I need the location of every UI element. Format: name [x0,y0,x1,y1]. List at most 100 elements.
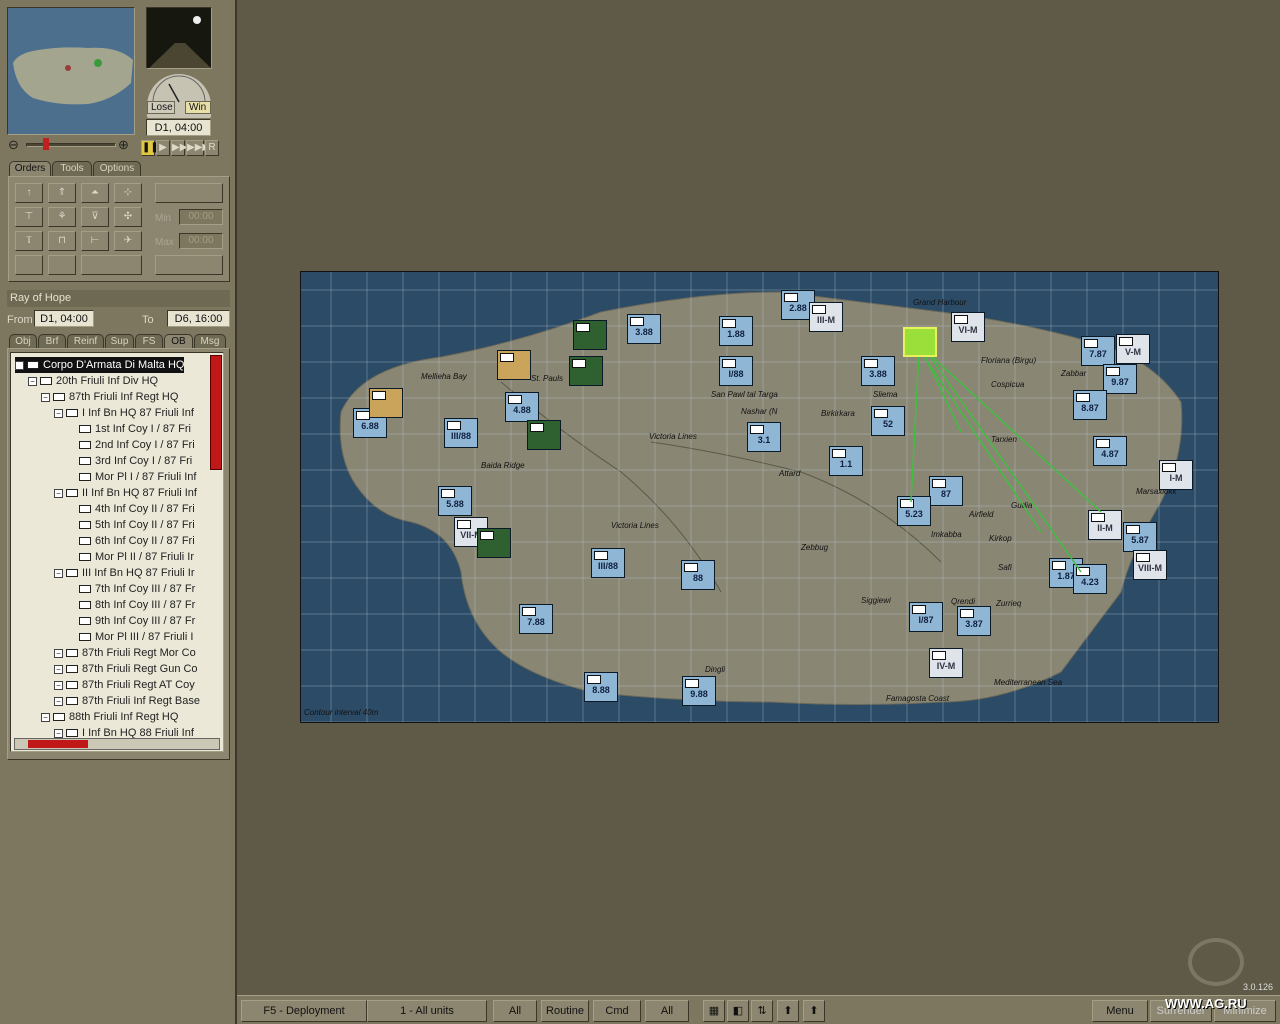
ob-tree-item[interactable]: 2nd Inf Coy I / 87 Fri [67,437,195,453]
map-unit[interactable]: 9.87 [1103,364,1137,394]
ob-tree-item[interactable]: − 87th Friuli Regt AT Coy [54,677,195,693]
map-unit[interactable]: 1.88 [719,316,753,346]
ob-scrollbar-thumb[interactable] [210,355,222,470]
map-unit[interactable] [573,320,607,350]
map-unit[interactable] [527,420,561,450]
tab-options[interactable]: Options [93,161,141,176]
ob-tree-item[interactable]: − 87th Friuli Regt Gun Co [54,661,198,677]
pause-button[interactable]: ❚❚ [141,140,159,156]
map-unit[interactable]: III-M [809,302,843,332]
map-unit[interactable]: 88 [681,560,715,590]
ob-tree-item[interactable]: 6th Inf Coy II / 87 Fri [67,533,195,549]
order-slot-2[interactable] [48,255,76,275]
tab-brf[interactable]: Brf [38,334,66,349]
ob-tree-item[interactable]: 5th Inf Coy II / 87 Fri [67,517,195,533]
map-unit[interactable]: 1.1 [829,446,863,476]
map-unit[interactable]: V-M [1116,334,1150,364]
order-slot-3[interactable] [81,255,142,275]
rest-order-icon[interactable]: ⚘ [48,207,76,227]
game-map[interactable]: Mellieha Bay St. Pauls Baida Ridge Victo… [300,271,1219,723]
map-unit[interactable]: VI-M [951,312,985,342]
defend-order-icon[interactable]: ⊤ [15,207,43,227]
expand-icon[interactable]: − [54,728,63,738]
ob-tree-item[interactable]: Mor Pl II / 87 Friuli Ir [67,549,194,565]
replay-button[interactable]: R [205,140,219,156]
cmd-button[interactable]: Cmd [593,1000,641,1022]
expand-icon[interactable]: − [54,680,63,690]
ob-tree-item[interactable]: − 87th Friuli Regt Mor Co [54,645,196,661]
arrows-toggle-icon[interactable]: ⇅ [751,1000,773,1022]
unit-view-icon[interactable]: ⬆ [777,1000,799,1022]
map-unit[interactable]: I/88 [719,356,753,386]
order-slot-1[interactable] [15,255,43,275]
map-unit[interactable]: I-M [1159,460,1193,490]
all-button[interactable]: All [493,1000,537,1022]
ob-tree-item[interactable]: − Corpo D'Armata Di Malta HQ [15,357,185,373]
tab-reinf[interactable]: Reinf [67,334,104,349]
expand-icon[interactable]: − [54,648,63,658]
withdraw-order-icon[interactable]: ⊓ [48,231,76,251]
map-unit[interactable]: 3.88 [861,356,895,386]
expand-icon[interactable]: − [41,392,50,402]
map-unit[interactable]: 7.87 [1081,336,1115,366]
minimap[interactable] [7,7,135,135]
assault-order-icon[interactable]: ⇑ [48,183,76,203]
ob-tree-item[interactable]: Mor Pl I / 87 Friuli Inf [67,469,196,485]
tab-fs[interactable]: FS [135,334,163,349]
map-unit[interactable]: 5.87 [1123,522,1157,552]
map-unit[interactable]: VIII-M [1133,550,1167,580]
tab-sup[interactable]: Sup [105,334,134,349]
map-unit[interactable]: I/87 [909,602,943,632]
expand-icon[interactable]: − [54,488,63,498]
ob-tree-item[interactable]: 3rd Inf Coy I / 87 Fri [67,453,192,469]
ob-tree-item[interactable]: Mor Pl III / 87 Friuli I [67,629,193,645]
all-button-2[interactable]: All [645,1000,689,1022]
ob-tree-item[interactable]: − 20th Friuli Inf Div HQ [28,373,158,389]
bombard-order-icon[interactable]: ⊹ [114,183,142,203]
grid-toggle-icon[interactable]: ▦ [703,1000,725,1022]
map-unit[interactable]: III/88 [591,548,625,578]
menu-button[interactable]: Menu [1092,1000,1148,1022]
ob-tree-item[interactable]: − I Inf Bn HQ 87 Friuli Inf [54,405,194,421]
routine-button[interactable]: Routine [541,1000,589,1022]
zoom-in-icon[interactable]: ⊕ [118,137,129,153]
map-unit[interactable]: 4.88 [505,392,539,422]
map-unit[interactable] [497,350,531,380]
map-unit[interactable]: 8.88 [584,672,618,702]
map-unit[interactable]: 3.87 [957,606,991,636]
tab-tools[interactable]: Tools [52,161,92,176]
map-unit[interactable] [477,528,511,558]
map-unit[interactable]: 3.1 [747,422,781,452]
fastest-button[interactable]: ▶▶▶ [186,140,210,156]
ob-tree[interactable]: − Corpo D'Armata Di Malta HQ −20th Friuli … [10,352,224,752]
delay-order-icon[interactable]: ⊽ [81,207,109,227]
ob-hscrollbar-thumb[interactable] [28,740,88,748]
max-field[interactable]: 00:00 [179,233,223,249]
tab-orders[interactable]: Orders [9,161,51,176]
move-order-icon[interactable]: ↑ [15,183,43,203]
ob-tree-item[interactable]: 9th Inf Coy III / 87 Fr [67,613,195,629]
tab-msg[interactable]: Msg [194,334,226,349]
hold-order-icon[interactable]: Ⲧ [15,231,43,251]
map-unit[interactable]: 4.23 [1073,564,1107,594]
fast-button[interactable]: ▶▶ [171,140,187,156]
map-unit[interactable]: II-M [1088,510,1122,540]
ob-tree-item[interactable]: 4th Inf Coy II / 87 Fri [67,501,195,517]
order-slot-5[interactable] [155,255,223,275]
ob-tree-item[interactable]: 8th Inf Coy III / 87 Fr [67,597,195,613]
zoom-out-icon[interactable]: ⊖ [8,137,19,153]
play-button[interactable]: ▶ [156,140,170,156]
map-unit[interactable]: 87 [929,476,963,506]
map-unit[interactable] [369,388,403,418]
expand-icon[interactable]: − [28,376,37,386]
tab-ob[interactable]: OB [164,334,193,349]
map-unit[interactable]: 5.88 [438,486,472,516]
min-field[interactable]: 00:00 [179,209,223,225]
ob-tree-item[interactable]: − II Inf Bn HQ 87 Friuli Inf [54,485,197,501]
map-unit[interactable]: 9.88 [682,676,716,706]
map-unit[interactable]: 3.88 [627,314,661,344]
expand-icon[interactable]: − [54,568,63,578]
map-unit[interactable]: III/88 [444,418,478,448]
map-unit[interactable]: 8.87 [1073,390,1107,420]
expand-icon[interactable]: − [54,664,63,674]
